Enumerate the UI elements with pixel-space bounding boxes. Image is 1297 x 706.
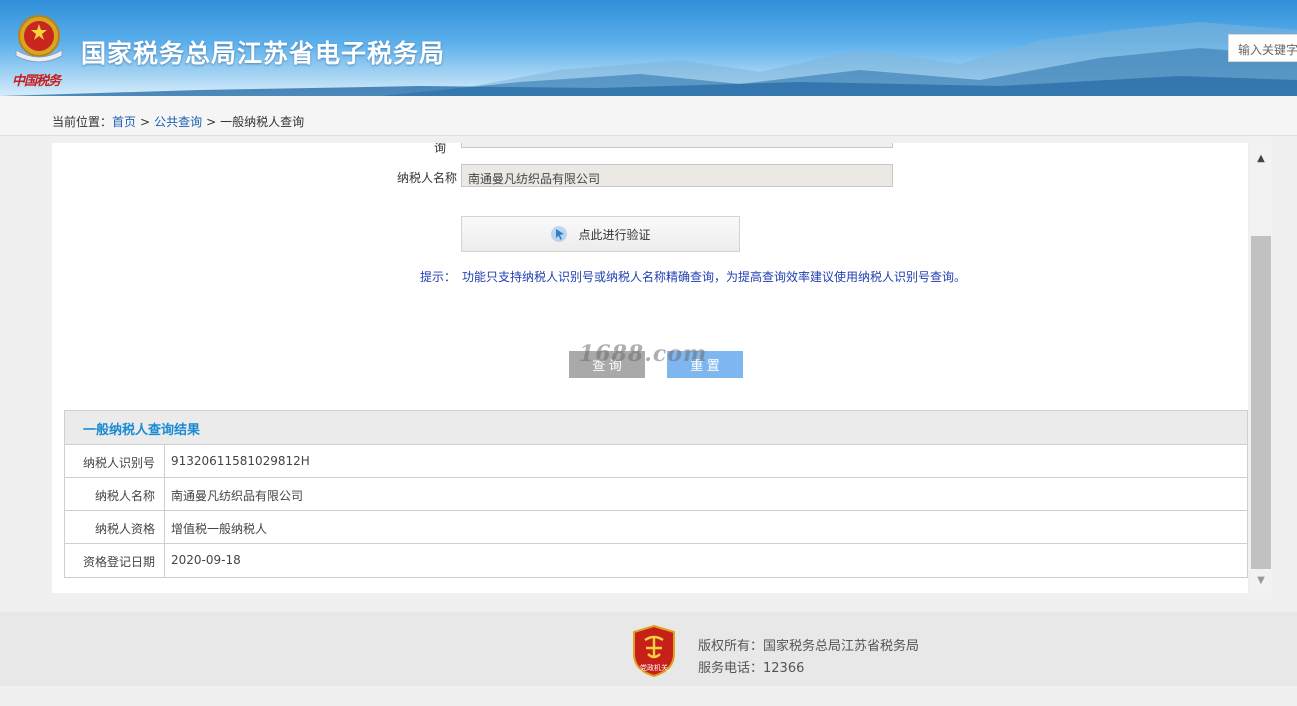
row-value: 南通曼凡纺织品有限公司 [171, 489, 304, 503]
breadcrumb-separator: > [206, 115, 217, 129]
scroll-down-arrow-icon[interactable]: ▼ [1250, 571, 1272, 589]
table-row: 纳税人资格 增值税一般纳税人 [65, 511, 1247, 544]
results-title: 一般纳税人查询结果 [65, 411, 1247, 445]
hint-text: 功能只支持纳税人识别号或纳税人名称精确查询，为提高查询效率建议使用纳税人识别号查… [462, 270, 967, 284]
breadcrumb-home-link[interactable]: 首页 [112, 115, 136, 129]
svg-text:党政机关: 党政机关 [640, 663, 668, 672]
taxpayer-name-field[interactable]: 南通曼凡纺织品有限公司 [461, 164, 893, 187]
row-key: 资格登记日期 [65, 544, 165, 577]
row-key: 纳税人名称 [65, 478, 165, 510]
breadcrumb: 当前位置：首页 > 公共查询 > 一般纳税人查询 [52, 113, 304, 130]
query-button[interactable]: 查 询 [569, 351, 645, 378]
row-value: 增值税一般纳税人 [171, 522, 268, 536]
site-footer: 党政机关 版权所有：国家税务总局江苏省税务局 服务电话：12366 [0, 612, 1297, 686]
national-emblem-icon [15, 15, 63, 63]
footer-copyright: 版权所有：国家税务总局江苏省税务局 [698, 639, 920, 654]
row-value: 2020-09-18 [171, 553, 241, 567]
hint-message: 提示： 功能只支持纳税人识别号或纳税人名称精确查询，为提高查询效率建议使用纳税人识… [420, 268, 966, 285]
breadcrumb-prefix: 当前位置： [52, 115, 113, 129]
main-panel: 询 纳税人名称 南通曼凡纺织品有限公司 点此进行验证 提示： 功能只支持纳税人识别… [52, 143, 1248, 593]
vertical-scrollbar[interactable]: ▲ ▼ [1250, 143, 1272, 593]
breadcrumb-bar: 当前位置：首页 > 公共查询 > 一般纳税人查询 [0, 96, 1297, 136]
results-table: 一般纳税人查询结果 纳税人识别号 91320611581029812H 纳税人名… [64, 410, 1248, 578]
scroll-up-arrow-icon[interactable]: ▲ [1250, 149, 1272, 167]
cursor-click-icon [551, 226, 568, 242]
row-value: 91320611581029812H [171, 454, 310, 468]
partial-field-label: 询 [434, 143, 447, 155]
table-row: 纳税人识别号 91320611581029812H [65, 445, 1247, 478]
row-key: 纳税人识别号 [65, 445, 165, 477]
hint-label: 提示： [420, 270, 457, 284]
reset-button[interactable]: 重 置 [667, 351, 743, 378]
breadcrumb-current: 一般纳税人查询 [220, 115, 305, 129]
breadcrumb-public-query-link[interactable]: 公共查询 [154, 115, 202, 129]
search-input[interactable]: 输入关键字 [1228, 34, 1297, 62]
verify-button-label: 点此进行验证 [578, 227, 651, 242]
site-title: 国家税务总局江苏省电子税务局 [81, 39, 446, 68]
partial-field-input[interactable] [461, 143, 893, 148]
row-key: 纳税人资格 [65, 511, 165, 543]
table-row: 资格登记日期 2020-09-18 [65, 544, 1247, 577]
verify-button[interactable]: 点此进行验证 [461, 216, 740, 252]
site-header: 中国税务 国家税务总局江苏省电子税务局 输入关键字 [0, 0, 1297, 96]
footer-info: 版权所有：国家税务总局江苏省税务局 服务电话：12366 [698, 636, 919, 680]
emblem-script-text: 中国税务 [12, 74, 61, 89]
table-row: 纳税人名称 南通曼凡纺织品有限公司 [65, 478, 1247, 511]
breadcrumb-separator: > [140, 115, 151, 129]
party-government-badge-icon[interactable]: 党政机关 [631, 624, 677, 678]
scrollbar-thumb[interactable] [1251, 236, 1271, 569]
taxpayer-name-label: 纳税人名称 [397, 171, 458, 185]
footer-phone: 服务电话：12366 [698, 661, 805, 676]
